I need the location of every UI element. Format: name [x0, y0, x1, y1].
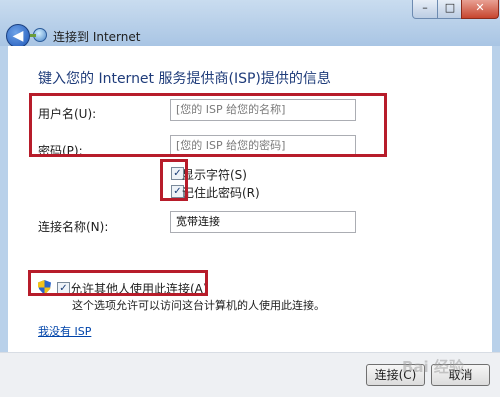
- connection-name-input[interactable]: 宽带连接: [170, 211, 356, 233]
- remember-password-label: 记住此密码(R): [182, 186, 260, 200]
- highlight-box-checkboxes: [160, 159, 188, 201]
- highlight-box-credentials: [29, 93, 387, 157]
- show-chars-label: 显示字符(S): [182, 168, 247, 182]
- network-icon: [30, 28, 47, 42]
- allow-others-hint: 这个选项允许可以访问这台计算机的人使用此连接。: [72, 299, 325, 312]
- watermark: Bai 经验: [402, 358, 464, 376]
- dialog-window: ◀ 连接到 Internet – □ ✕ 键入您的 Internet 服务提供商…: [0, 0, 500, 397]
- highlight-box-allow-others: [28, 270, 208, 296]
- no-isp-link[interactable]: 我没有 ISP: [38, 323, 91, 339]
- close-button[interactable]: ✕: [461, 0, 499, 19]
- minimize-button[interactable]: –: [412, 0, 438, 19]
- window-title: 连接到 Internet: [53, 30, 141, 44]
- title-bar: ◀ 连接到 Internet – □ ✕: [0, 0, 500, 48]
- page-heading: 键入您的 Internet 服务提供商(ISP)提供的信息: [38, 71, 331, 87]
- connection-name-label: 连接名称(N):: [38, 220, 109, 234]
- maximize-button[interactable]: □: [437, 0, 463, 19]
- back-button[interactable]: ◀: [6, 24, 30, 48]
